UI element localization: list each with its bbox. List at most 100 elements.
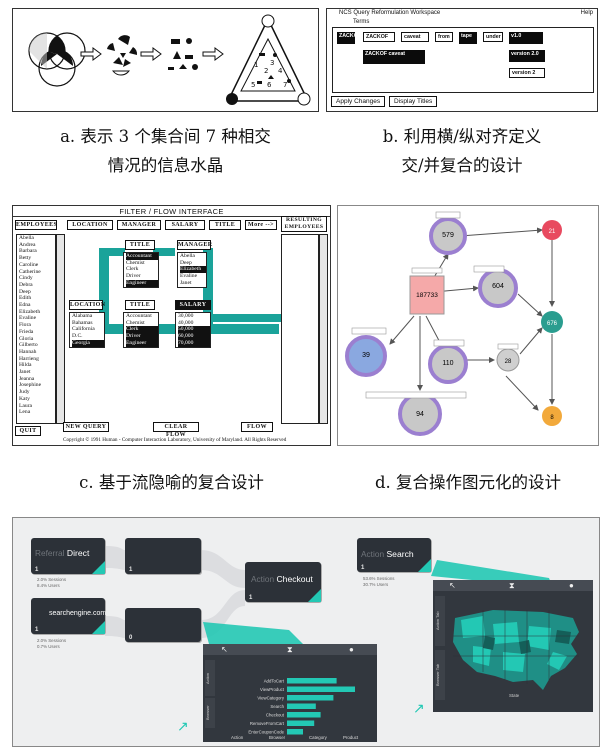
bar[interactable] <box>287 678 337 684</box>
list-item[interactable]: Evaline <box>19 315 55 322</box>
display-titles-button[interactable]: Display Titles <box>389 96 438 107</box>
popup-tab-category[interactable]: Category <box>309 735 327 740</box>
node-blank-2[interactable]: 0 <box>125 608 201 642</box>
map-expand-arrow-icon[interactable]: ↗ <box>413 700 425 717</box>
list-item[interactable]: Janet <box>180 280 206 287</box>
bar[interactable] <box>287 686 355 693</box>
list-item[interactable]: Clerk <box>126 326 158 334</box>
list-item[interactable]: Katy <box>19 396 55 403</box>
list-item[interactable]: Georgia <box>72 339 104 347</box>
list-item[interactable]: Edna <box>19 302 55 309</box>
filter-location-list[interactable]: Alabama Bahamas California D.C. Georgia <box>69 312 105 348</box>
list-item[interactable]: Elizabeth <box>19 309 55 316</box>
list-item[interactable]: Gloria <box>19 336 55 343</box>
side-tab-browser[interactable]: Browser <box>205 698 215 728</box>
list-item[interactable]: California <box>72 326 104 333</box>
list-item[interactable]: Janet <box>19 369 55 376</box>
expand-arrow-icon[interactable]: ↗ <box>177 718 189 735</box>
list-item[interactable]: Driver <box>126 273 158 280</box>
help-menu[interactable]: Help <box>581 10 593 16</box>
bar[interactable] <box>287 720 315 727</box>
resulting-employees-list[interactable] <box>281 234 319 424</box>
list-item[interactable]: Edith <box>19 295 55 302</box>
list-item[interactable]: Hannah <box>19 349 55 356</box>
filter-title2-list[interactable]: Accountant Chemist Clerk Driver Engineer <box>123 312 159 348</box>
list-item[interactable]: Engineer <box>126 279 158 287</box>
employees-scrollbar[interactable] <box>56 234 65 424</box>
node-action-search[interactable]: Action Search 1 <box>357 538 431 572</box>
list-item[interactable]: Abella <box>19 235 55 242</box>
node-referral-direct[interactable]: Referral Direct 1 <box>31 538 105 574</box>
popup-tab-action[interactable]: Action <box>231 735 243 740</box>
list-item[interactable]: Chemist <box>126 320 158 327</box>
query-box-tape[interactable]: tape <box>459 32 477 44</box>
list-item[interactable]: Elizabeth <box>180 266 206 274</box>
tab-manager[interactable]: MANAGER <box>117 220 161 230</box>
bar[interactable] <box>287 703 316 710</box>
list-item[interactable]: Catherine <box>19 269 55 276</box>
list-item[interactable]: Caroline <box>19 262 55 269</box>
tab-title[interactable]: TITLE <box>209 220 241 230</box>
list-item[interactable]: Laura <box>19 403 55 410</box>
popup-tab-browser[interactable]: Browser <box>269 735 285 740</box>
employees-list[interactable]: Abella Andrea Barbara Betty Caroline Catherin… <box>16 234 56 424</box>
bar[interactable] <box>287 695 334 701</box>
list-item[interactable]: Chemist <box>126 260 158 267</box>
list-item[interactable]: Driver <box>126 333 158 340</box>
terms-menu[interactable]: Terms <box>353 19 369 25</box>
list-item[interactable]: 60,000 <box>178 333 210 340</box>
list-item[interactable]: Deep <box>19 289 55 296</box>
popup-tab-product[interactable]: Product <box>343 735 358 740</box>
query-box-version-1[interactable]: v1.0 <box>509 32 543 44</box>
tab-salary[interactable]: SALARY <box>165 220 205 230</box>
query-box-from[interactable]: from <box>435 32 453 42</box>
bar[interactable] <box>287 712 321 718</box>
filter-salary-list[interactable]: 30,000 40,000 50,000 60,000 70,000 <box>175 312 211 348</box>
apply-changes-button[interactable]: Apply Changes <box>331 96 386 107</box>
new-query-button[interactable]: NEW QUERY <box>63 422 109 432</box>
node-searchengine[interactable]: searchengine.com 1 <box>31 598 106 634</box>
node-blank-1[interactable]: 1 <box>125 538 201 574</box>
list-item[interactable]: 50,000 <box>178 326 210 334</box>
list-item[interactable]: 30,000 <box>178 313 210 320</box>
list-item[interactable]: Barbara <box>19 248 55 255</box>
list-item[interactable]: Evaline <box>180 273 206 280</box>
query-box-under[interactable]: under <box>483 32 503 42</box>
list-item[interactable]: Engineer <box>126 339 158 347</box>
more-button[interactable]: More --> <box>245 220 277 230</box>
side-tab-action[interactable]: Action <box>205 660 215 696</box>
filter-manager-list[interactable]: Abella Deep Elizabeth Evaline Janet <box>177 252 207 288</box>
results-scrollbar[interactable] <box>319 234 328 424</box>
list-item[interactable]: Clerk <box>126 266 158 273</box>
list-item[interactable]: Jeanna <box>19 376 55 383</box>
list-item[interactable]: Gilberto <box>19 342 55 349</box>
list-item[interactable]: Frieda <box>19 329 55 336</box>
list-item[interactable]: Debra <box>19 282 55 289</box>
list-item[interactable]: Lena <box>19 409 55 416</box>
bar[interactable] <box>287 729 303 735</box>
list-item[interactable]: Josephine <box>19 382 55 389</box>
query-box-caveat[interactable]: caveat <box>401 32 429 42</box>
list-item[interactable]: Betty <box>19 255 55 262</box>
list-item[interactable]: Deep <box>180 260 206 267</box>
tab-location[interactable]: LOCATION <box>67 220 113 230</box>
list-item[interactable]: 70,000 <box>178 339 210 347</box>
filter-title-list[interactable]: Accountant Chemist Clerk Driver Engineer <box>123 252 159 288</box>
list-item[interactable]: Cindy <box>19 275 55 282</box>
query-box-zackof[interactable]: ZACKOF <box>337 32 361 44</box>
list-item[interactable]: Hilda <box>19 362 55 369</box>
list-item[interactable]: Accountant <box>126 253 158 260</box>
flow-button[interactable]: FLOW <box>241 422 273 432</box>
query-box-zackof-caveat[interactable]: ZACKOF caveat <box>363 50 425 64</box>
node-action-checkout[interactable]: Action Checkout 1 <box>245 562 321 602</box>
list-item[interactable]: 40,000 <box>178 320 210 327</box>
query-box-version-2-0[interactable]: version 2.0 <box>509 50 545 62</box>
clear-flow-button[interactable]: CLEAR FLOW <box>153 422 199 438</box>
list-item[interactable]: Harrieng <box>19 356 55 363</box>
list-item[interactable]: Accountant <box>126 313 158 320</box>
list-item[interactable]: Alabama <box>72 313 104 320</box>
list-item[interactable]: Flora <box>19 322 55 329</box>
list-item[interactable]: Andrea <box>19 242 55 249</box>
list-item[interactable]: Abella <box>180 253 206 260</box>
query-box-version-2[interactable]: version 2 <box>509 68 545 78</box>
